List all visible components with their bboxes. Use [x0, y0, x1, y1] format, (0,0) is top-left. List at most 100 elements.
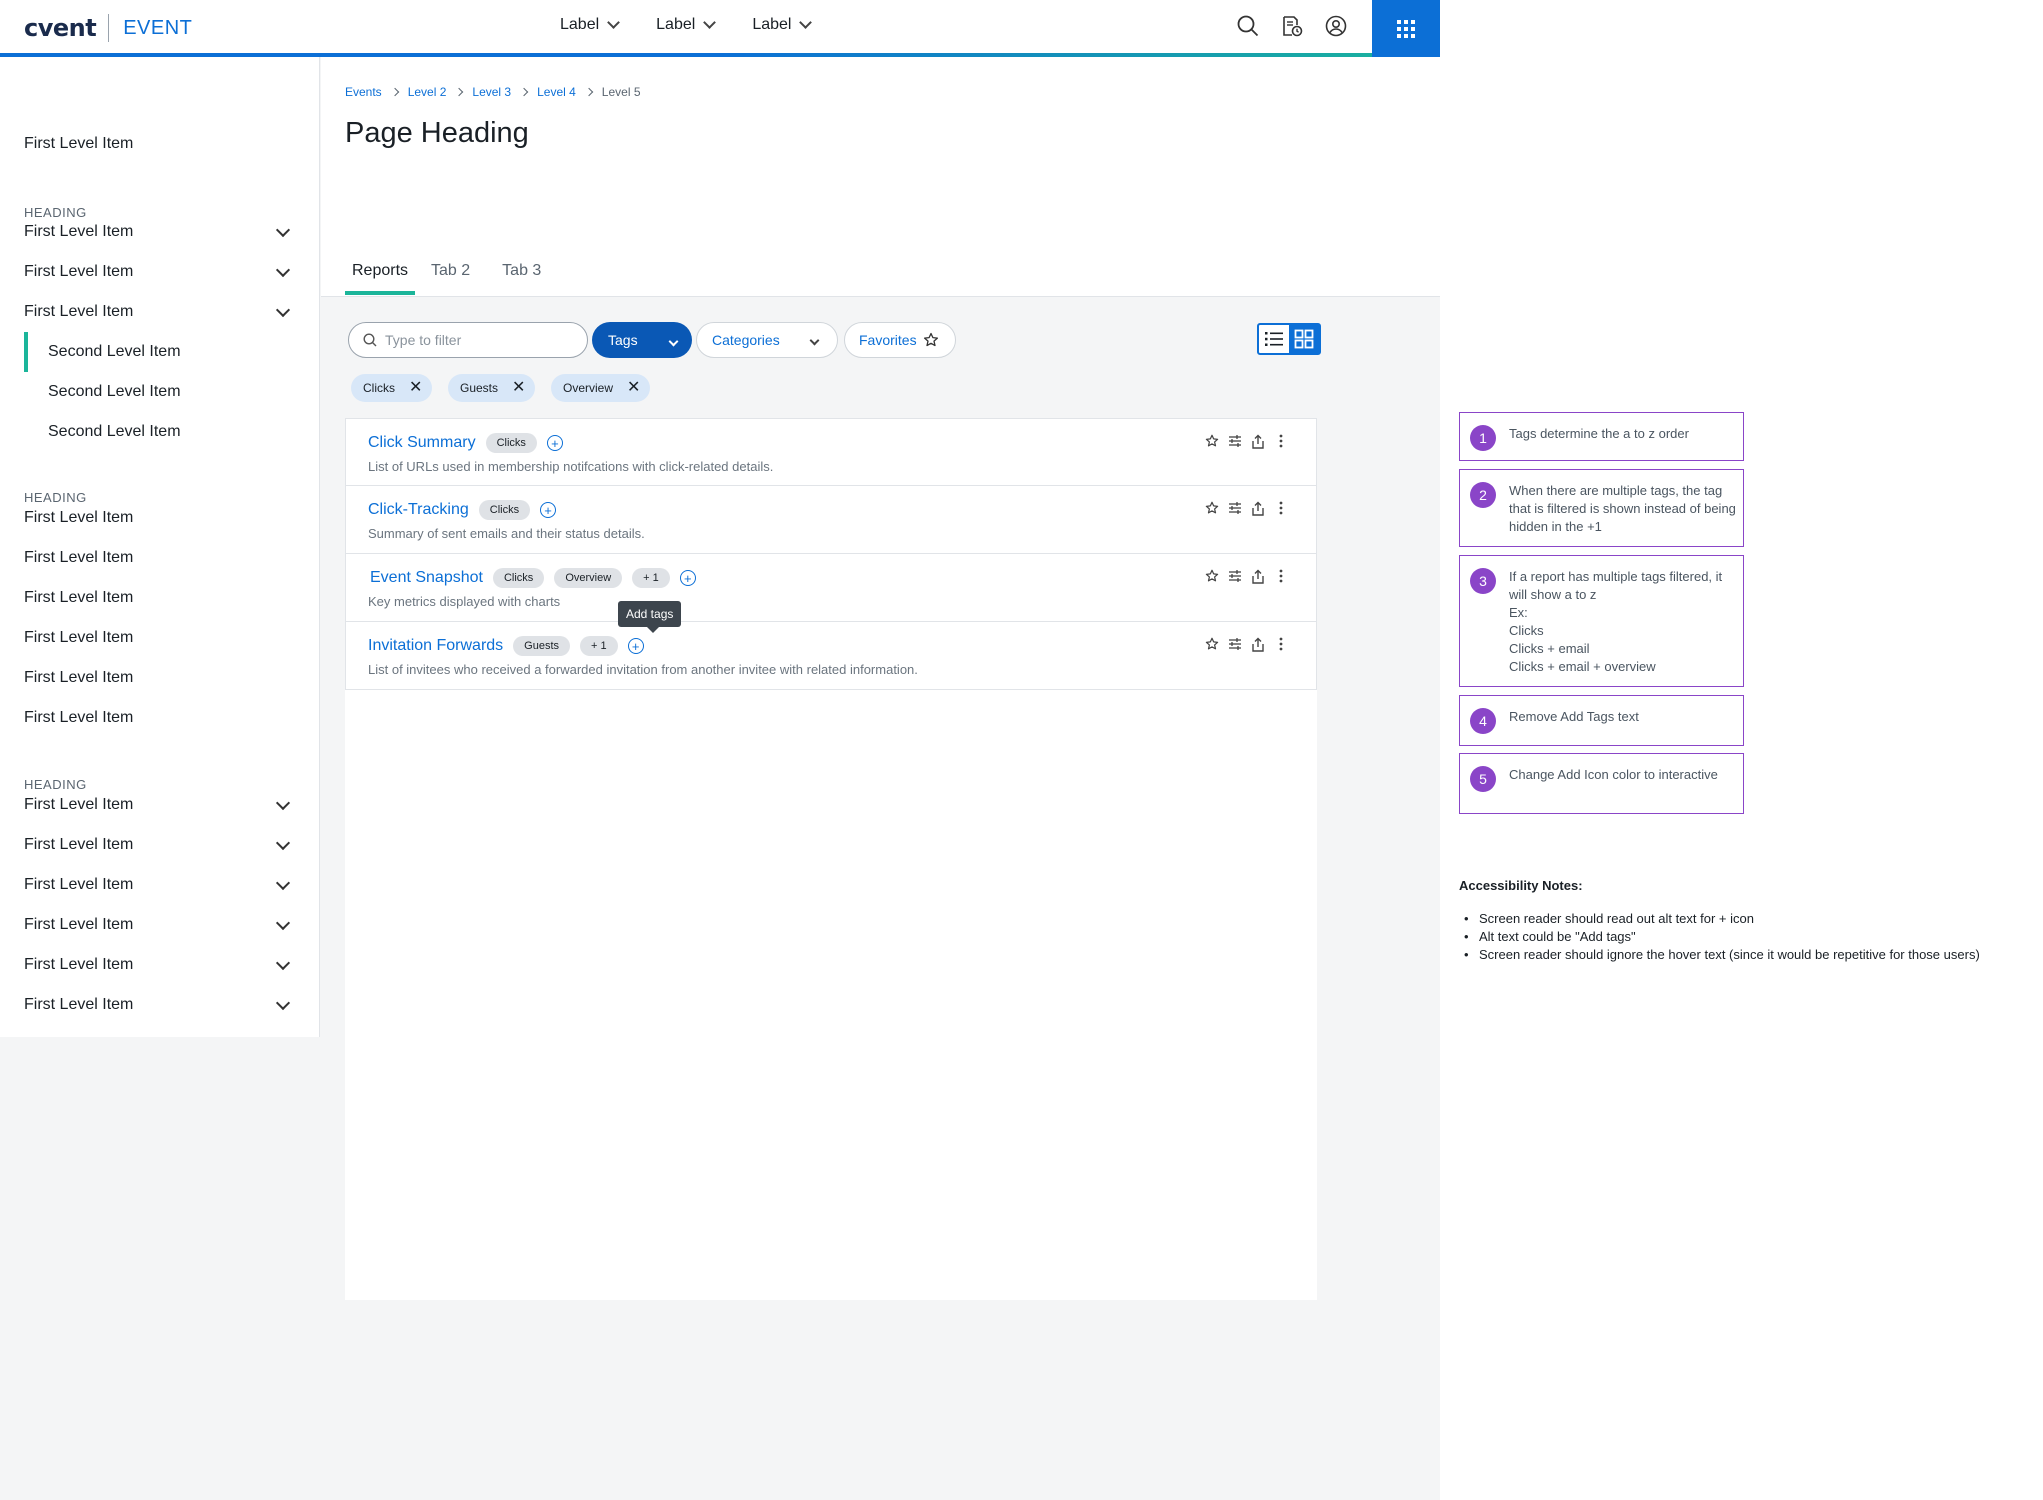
add-tag-icon[interactable]: +	[627, 638, 644, 654]
sidebar-item-expandable[interactable]: First Level Item	[0, 785, 320, 825]
star-icon[interactable]	[1204, 636, 1219, 652]
top-nav: Label Label Label	[560, 16, 813, 34]
report-name-link[interactable]: Event Snapshot	[370, 569, 483, 587]
tags-dropdown-button[interactable]: Tags	[592, 322, 692, 358]
report-name-link[interactable]: Invitation Forwards	[368, 637, 503, 655]
sidebar-item-label: Second Level Item	[48, 423, 181, 440]
sidebar-item[interactable]: First Level Item	[0, 578, 320, 618]
sidebar-item-expandable[interactable]: First Level Item	[0, 825, 320, 865]
sidebar-subitem[interactable]: Second Level Item	[0, 372, 320, 412]
chevron-down-icon	[668, 336, 679, 347]
tab-reports[interactable]: Reports	[345, 262, 416, 295]
search-icon	[363, 333, 377, 347]
sidebar-item-expandable[interactable]: First Level Item	[0, 212, 320, 252]
more-options-icon[interactable]	[1273, 500, 1288, 516]
list-view-button[interactable]	[1259, 325, 1289, 353]
breadcrumb-current: Level 5	[601, 85, 641, 99]
report-name-link[interactable]: Click Summary	[368, 434, 476, 452]
tab-2[interactable]: Tab 2	[424, 262, 477, 294]
report-row[interactable]: Click Summary Clicks + List of URLs used…	[345, 418, 1317, 486]
top-nav-item-3[interactable]: Label	[752, 16, 813, 34]
user-account-icon[interactable]	[1324, 14, 1348, 38]
sliders-icon[interactable]	[1227, 500, 1242, 516]
share-icon[interactable]	[1250, 500, 1265, 516]
sidebar-item-expandable[interactable]: First Level Item	[0, 905, 320, 945]
accessibility-note: Screen reader should ignore the hover te…	[1464, 946, 1980, 964]
share-icon[interactable]	[1250, 568, 1265, 584]
report-title-row: Click-Tracking Clicks +	[368, 500, 557, 520]
filter-chip[interactable]: Guests ✕	[448, 374, 536, 402]
share-icon[interactable]	[1250, 636, 1265, 652]
filter-chip[interactable]: Overview ✕	[551, 374, 651, 402]
share-icon[interactable]	[1250, 433, 1265, 449]
annotation-note-4: 4 Remove Add Tags text	[1459, 695, 1744, 746]
filter-search-input[interactable]: Type to filter	[348, 322, 588, 358]
search-icon[interactable]	[1236, 14, 1260, 38]
document-clock-icon[interactable]	[1280, 14, 1304, 38]
report-name-link[interactable]: Click-Tracking	[368, 501, 469, 519]
chevron-down-icon	[275, 915, 291, 931]
chevron-down-icon	[275, 222, 291, 238]
sidebar-item-label: First Level Item	[24, 709, 134, 726]
add-tag-icon[interactable]: +	[540, 502, 557, 518]
sidebar-item[interactable]: First Level Item	[0, 698, 320, 738]
filter-chip[interactable]: Clicks ✕	[351, 374, 433, 402]
breadcrumb: Events Level 2 Level 3 Level 4 Level 5	[345, 85, 641, 99]
sidebar-item[interactable]: First Level Item	[0, 658, 320, 698]
breadcrumb-link[interactable]: Level 4	[537, 85, 576, 99]
report-title-row: Invitation Forwards Guests + 1 +	[368, 636, 644, 656]
sidebar-item[interactable]: First Level Item	[0, 538, 320, 578]
note-number-badge: 3	[1470, 568, 1496, 594]
sidebar-subitem-active[interactable]: Second Level Item	[0, 332, 320, 372]
favorites-filter-button[interactable]: Favorites	[844, 322, 956, 358]
sliders-icon[interactable]	[1227, 433, 1242, 449]
sidebar-item[interactable]: First Level Item	[0, 618, 320, 658]
report-tag-overflow[interactable]: + 1	[632, 568, 670, 588]
sidebar-item[interactable]: First Level Item	[0, 498, 320, 538]
sidebar-item-label: First Level Item	[24, 996, 134, 1013]
sidebar-item-expandable[interactable]: First Level Item	[0, 252, 320, 292]
apps-grid-button[interactable]	[1372, 0, 1440, 57]
close-icon[interactable]: ✕	[627, 380, 640, 396]
close-icon[interactable]: ✕	[409, 380, 422, 396]
report-title-row: Event Snapshot Clicks Overview + 1 +	[370, 568, 696, 588]
annotation-note-1: 1 Tags determine the a to z order	[1459, 412, 1744, 461]
sidebar-item[interactable]: First Level Item	[0, 124, 320, 164]
sliders-icon[interactable]	[1227, 636, 1242, 652]
report-row[interactable]: Invitation Forwards Guests + 1 + List of…	[345, 622, 1317, 690]
breadcrumb-link[interactable]: Level 3	[472, 85, 511, 99]
add-tag-icon[interactable]: +	[546, 435, 563, 451]
more-options-icon[interactable]	[1273, 568, 1288, 584]
breadcrumb-link[interactable]: Events	[345, 85, 382, 99]
report-row[interactable]: Event Snapshot Clicks Overview + 1 + Key…	[345, 554, 1317, 622]
tab-3[interactable]: Tab 3	[495, 262, 548, 294]
grid-view-button[interactable]	[1289, 325, 1319, 353]
sidebar-item-expandable[interactable]: First Level Item	[0, 945, 320, 985]
more-options-icon[interactable]	[1273, 433, 1288, 449]
sliders-icon[interactable]	[1227, 568, 1242, 584]
report-row[interactable]: Click-Tracking Clicks + Summary of sent …	[345, 486, 1317, 554]
report-title-row: Click Summary Clicks +	[368, 433, 563, 453]
top-nav-item-1[interactable]: Label	[560, 16, 621, 34]
sidebar-item-expandable[interactable]: First Level Item	[0, 865, 320, 905]
chevron-down-icon	[275, 302, 291, 318]
report-description: Summary of sent emails and their status …	[368, 526, 645, 541]
breadcrumb-link[interactable]: Level 2	[408, 85, 447, 99]
report-description: List of invitees who received a forwarde…	[368, 662, 918, 677]
star-icon[interactable]	[1204, 433, 1219, 449]
sidebar-item-label: Second Level Item	[48, 383, 181, 400]
sidebar-subitem[interactable]: Second Level Item	[0, 412, 320, 452]
top-header: cvent EVENT Label Label Label	[0, 0, 1440, 57]
star-icon[interactable]	[1204, 568, 1219, 584]
categories-dropdown-button[interactable]: Categories	[696, 322, 838, 358]
star-icon[interactable]	[1204, 500, 1219, 516]
sidebar-item-label: First Level Item	[24, 876, 134, 893]
top-nav-item-2[interactable]: Label	[656, 16, 717, 34]
sidebar-item-expandable[interactable]: First Level Item	[0, 292, 320, 332]
close-icon[interactable]: ✕	[512, 380, 525, 396]
more-options-icon[interactable]	[1273, 636, 1288, 652]
report-tag-overflow[interactable]: + 1	[580, 636, 618, 656]
sidebar-item-expandable[interactable]: First Level Item	[0, 985, 320, 1025]
add-tag-icon[interactable]: +	[679, 570, 696, 586]
logo[interactable]: cvent EVENT	[24, 14, 192, 42]
